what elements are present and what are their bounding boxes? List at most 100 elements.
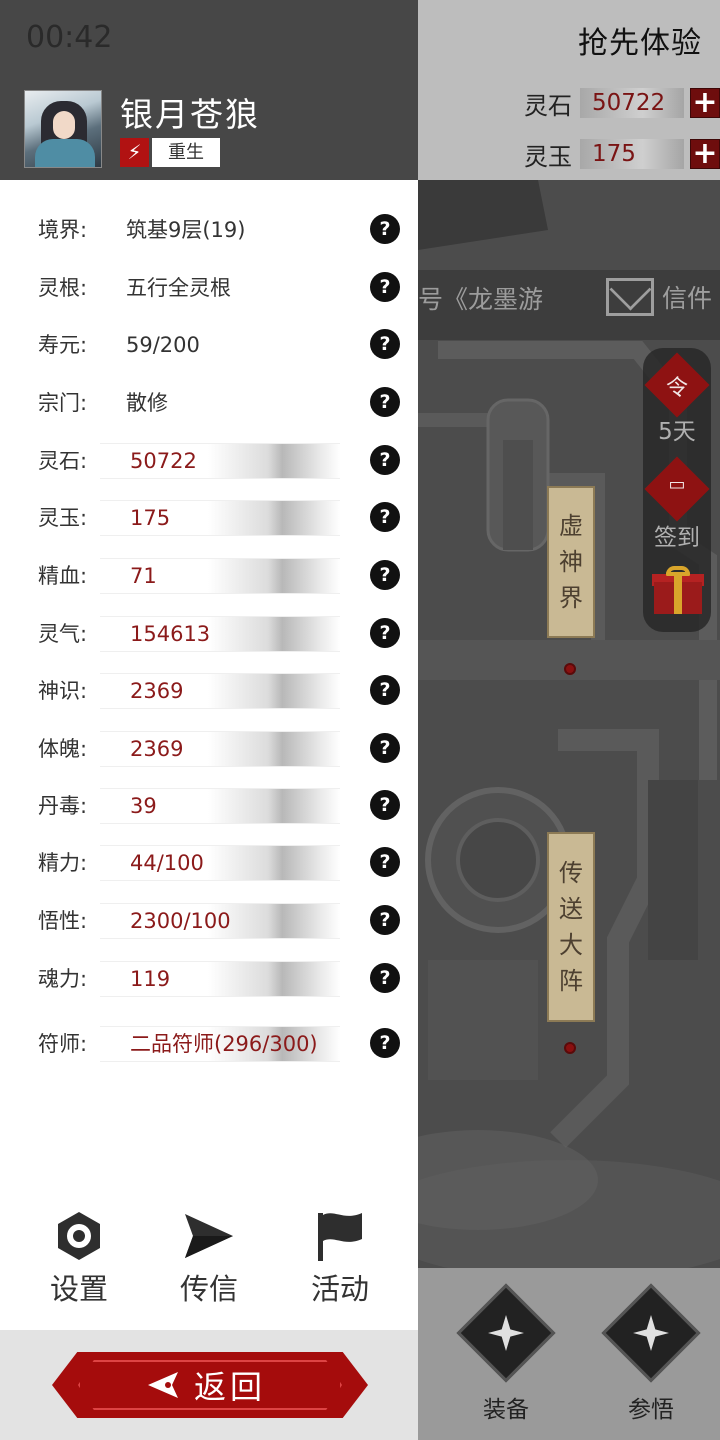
map-location-dot[interactable]	[564, 1042, 576, 1054]
world-map[interactable]	[418, 180, 720, 1268]
scrolling-announcement: 号《龙墨游	[418, 285, 544, 314]
stat-value: 二品符师(296/300)	[130, 1032, 318, 1056]
stat-value: 59/200	[126, 333, 200, 357]
character-drawer: 00:42 银月苍狼 ⚡ 重生 境界: 筑基9层(19)? 灵根: 五行全灵根? 寿元:…	[0, 0, 418, 1440]
comprehend-label: 参悟	[628, 1397, 674, 1423]
stat-value: 39	[130, 794, 157, 818]
stat-label: 精血:	[38, 564, 88, 588]
help-icon[interactable]: ?	[370, 272, 400, 302]
flag-icon	[290, 1208, 390, 1264]
map-location-dot[interactable]	[564, 663, 576, 675]
stat-label: 体魄:	[38, 737, 88, 761]
help-icon[interactable]: ?	[370, 733, 400, 763]
stat-value: 筑基9层(19)	[126, 218, 246, 242]
stat-row: 灵石: 50722?	[38, 443, 400, 479]
stat-row: 精血: 71?	[38, 558, 400, 594]
help-icon[interactable]: ?	[370, 790, 400, 820]
resource-label: 灵玉	[524, 142, 572, 171]
rebirth-badge[interactable]: ⚡ 重生	[120, 138, 220, 167]
help-icon[interactable]: ?	[370, 675, 400, 705]
sign-char: 阵	[559, 967, 583, 995]
resource-value-box: 50722	[580, 88, 684, 118]
player-name: 银月苍狼	[120, 95, 260, 134]
stat-label: 宗门:	[38, 391, 88, 415]
gear-icon	[29, 1208, 129, 1264]
stat-value: 119	[130, 967, 171, 991]
equipment-icon	[456, 1283, 556, 1383]
paper-plane-icon	[159, 1208, 259, 1264]
help-icon[interactable]: ?	[370, 618, 400, 648]
stat-row: 宗门: 散修?	[38, 385, 400, 421]
mail-button[interactable]: 信件	[606, 278, 712, 316]
token-glyph: 令	[665, 376, 688, 401]
stat-label: 灵石:	[38, 449, 88, 473]
help-icon[interactable]: ?	[370, 502, 400, 532]
sign-in-glyph: ▭	[668, 474, 686, 495]
stat-row: 寿元: 59/200?	[38, 327, 400, 363]
stat-value: 154613	[130, 622, 211, 646]
stat-row: 精力: 44/100?	[38, 845, 400, 881]
back-label: 返回	[194, 1368, 267, 1406]
stat-row: 境界: 筑基9层(19)?	[38, 212, 400, 248]
help-icon[interactable]: ?	[370, 905, 400, 935]
stat-row: 灵玉: 175?	[38, 500, 400, 536]
stat-label: 灵玉:	[38, 506, 88, 530]
help-icon[interactable]: ?	[370, 560, 400, 590]
stat-value: 散修	[126, 391, 168, 415]
add-spirit-jade-button[interactable]: +	[690, 139, 720, 169]
stat-value: 五行全灵根	[126, 276, 231, 300]
map-drawing	[418, 180, 720, 1268]
status-time: 00:42	[26, 20, 113, 55]
stat-value: 2300/100	[130, 909, 231, 933]
stat-label: 魂力:	[38, 967, 88, 991]
map-sign-teleport-array[interactable]: 传 送 大 阵	[547, 832, 595, 1022]
stat-row: 符师: 二品符师(296/300)?	[38, 1026, 400, 1062]
events-button[interactable]: 活动	[290, 1208, 390, 1308]
comprehend-button[interactable]: 参悟	[601, 1283, 701, 1424]
help-icon[interactable]: ?	[370, 387, 400, 417]
stat-label: 寿元:	[38, 333, 88, 357]
sign-char: 界	[559, 584, 583, 612]
stat-label: 悟性:	[38, 909, 88, 933]
stat-label: 灵根:	[38, 276, 88, 300]
envelope-icon	[606, 278, 654, 316]
stat-value: 44/100	[130, 851, 204, 875]
stat-label: 丹毒:	[38, 794, 88, 818]
help-icon[interactable]: ?	[370, 1028, 400, 1058]
stat-row: 体魄: 2369?	[38, 731, 400, 767]
stat-row: 魂力: 119?	[38, 961, 400, 997]
settings-label: 设置	[49, 1272, 108, 1306]
resource-value-box: 175	[580, 139, 684, 169]
help-icon[interactable]: ?	[370, 445, 400, 475]
lightning-icon: ⚡	[120, 138, 149, 167]
early-access-title[interactable]: 抢先体验	[578, 18, 702, 62]
sign-char: 神	[559, 548, 583, 576]
stat-value: 2369	[130, 679, 184, 703]
gift-icon[interactable]	[652, 566, 704, 614]
message-label: 传信	[179, 1272, 238, 1306]
comprehend-icon	[601, 1283, 701, 1383]
stat-label: 神识:	[38, 679, 88, 703]
add-spirit-stone-button[interactable]: +	[690, 88, 720, 118]
stat-row: 灵气: 154613?	[38, 616, 400, 652]
resource-spirit-stone: 灵石 50722 +	[524, 86, 720, 120]
token-days-label: 5天	[658, 419, 696, 445]
help-icon[interactable]: ?	[370, 214, 400, 244]
equipment-button[interactable]: 装备	[456, 1283, 556, 1424]
resource-value: 175	[592, 141, 636, 167]
resource-label: 灵石	[524, 91, 572, 120]
back-button[interactable]: 返回	[52, 1352, 368, 1418]
stat-row: 丹毒: 39?	[38, 788, 400, 824]
help-icon[interactable]: ?	[370, 847, 400, 877]
message-button[interactable]: 传信	[159, 1208, 259, 1308]
stat-row: 神识: 2369?	[38, 673, 400, 709]
resource-value: 50722	[592, 90, 666, 116]
help-icon[interactable]: ?	[370, 963, 400, 993]
stat-row: 悟性: 2300/100?	[38, 903, 400, 939]
events-label: 活动	[310, 1272, 369, 1306]
help-icon[interactable]: ?	[370, 329, 400, 359]
settings-button[interactable]: 设置	[29, 1208, 129, 1308]
avatar[interactable]	[24, 90, 102, 168]
stat-value: 2369	[130, 737, 184, 761]
map-sign-void-realm[interactable]: 虚 神 界	[547, 486, 595, 638]
